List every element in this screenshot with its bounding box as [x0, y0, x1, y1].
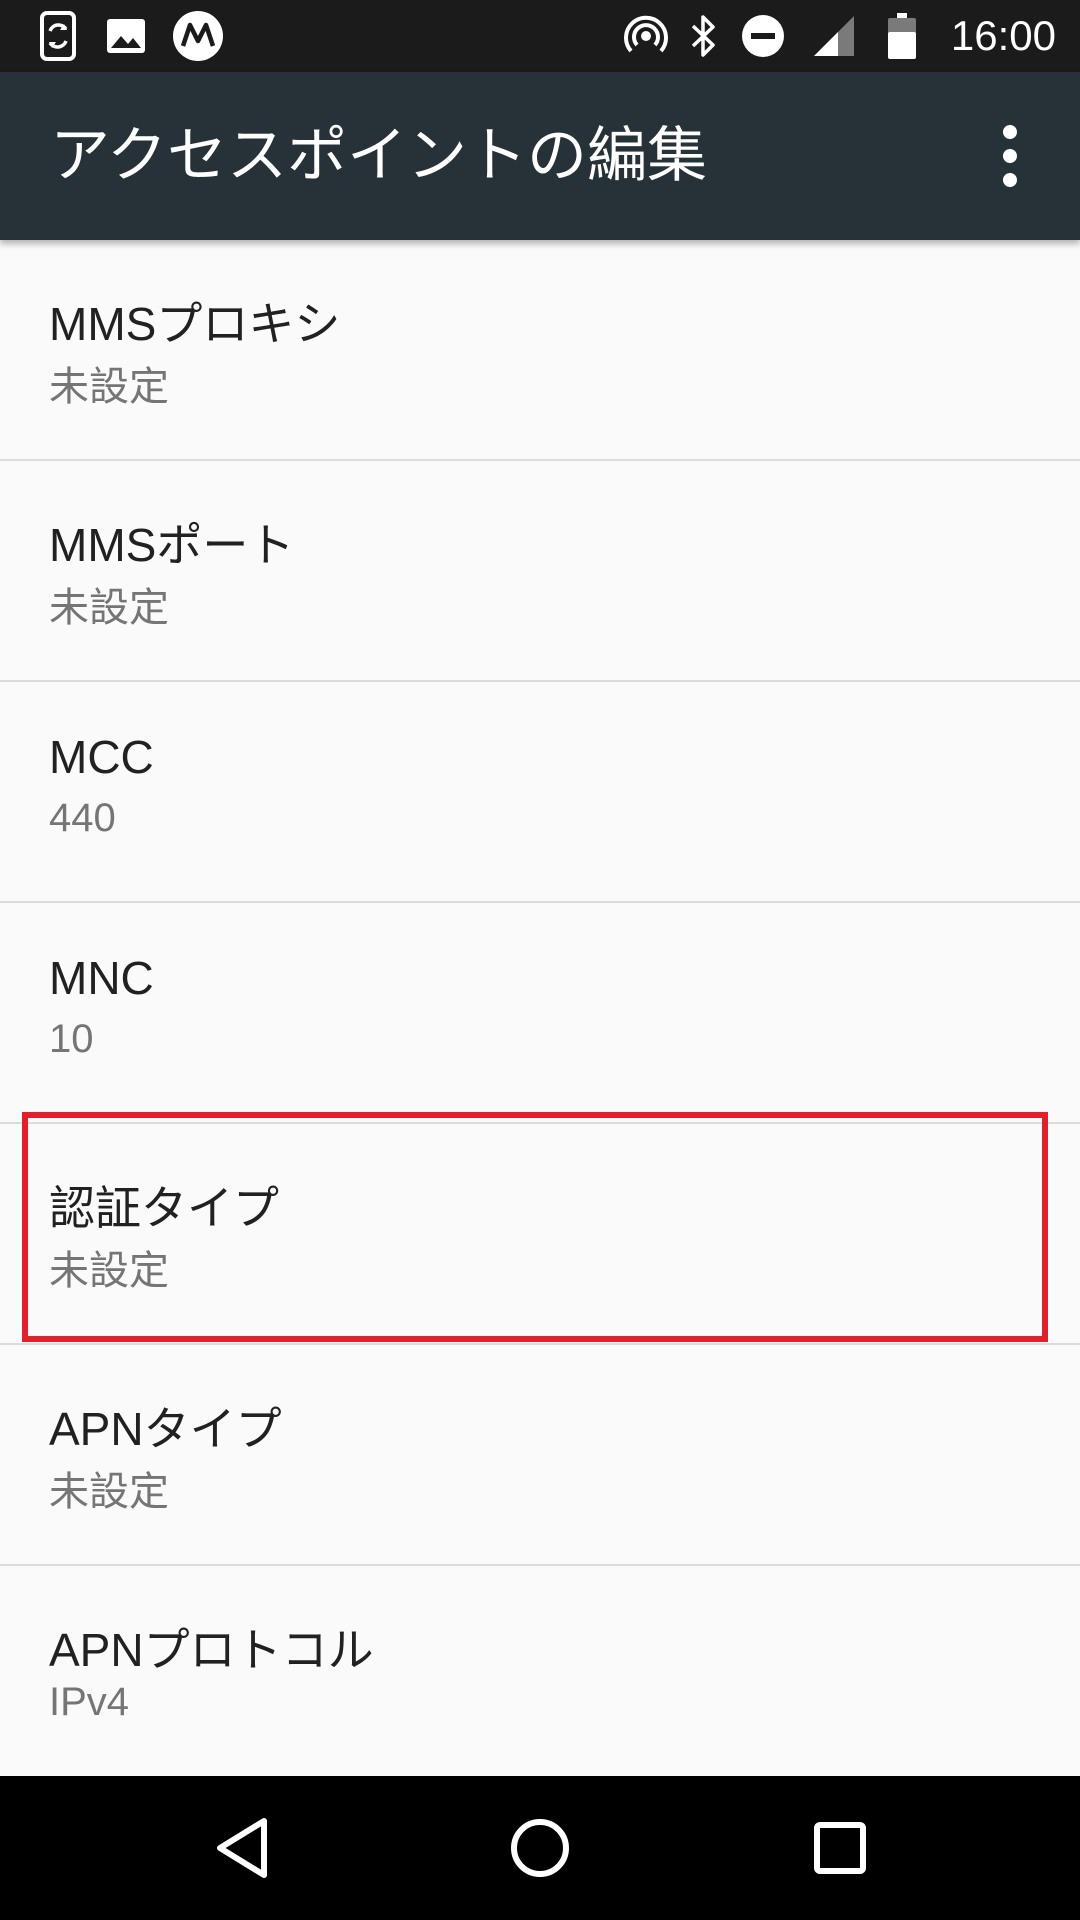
setting-title: APNプロトコル — [49, 1624, 374, 1676]
setting-title: MCC — [49, 731, 154, 783]
setting-row-mnc[interactable]: MNC 10 — [0, 903, 1080, 1124]
home-icon[interactable] — [490, 1798, 590, 1898]
bluetooth-icon — [684, 0, 724, 72]
page-title: アクセスポイントの編集 — [50, 121, 707, 191]
more-vert-icon[interactable] — [970, 116, 1050, 196]
back-icon[interactable] — [192, 1798, 292, 1898]
hotspot-icon — [622, 0, 670, 72]
setting-summary: 未設定 — [49, 1249, 169, 1293]
setting-title: APNタイプ — [49, 1403, 282, 1455]
setting-row-mcc[interactable]: MCC 440 — [0, 682, 1080, 903]
status-time: 16:00 — [950, 12, 1056, 59]
setting-row-auth-type[interactable]: 認証タイプ 未設定 — [0, 1124, 1080, 1345]
setting-summary: 440 — [49, 796, 116, 840]
app-bar: アクセスポイントの編集 — [0, 72, 1080, 240]
status-bar: 16:00 — [0, 0, 1080, 72]
setting-row-apn-protocol[interactable]: APNプロトコル IPv4 — [0, 1566, 1080, 1776]
setting-summary: 未設定 — [49, 365, 169, 409]
setting-title: MMSポート — [49, 519, 295, 571]
setting-title: 認証タイプ — [49, 1182, 279, 1234]
battery-icon — [884, 0, 920, 72]
setting-title: MMSプロキシ — [49, 298, 341, 350]
sync-phone-icon — [36, 0, 80, 72]
setting-summary: 未設定 — [49, 1470, 169, 1514]
do-not-disturb-icon — [738, 0, 788, 72]
setting-row-mms-proxy[interactable]: MMSプロキシ 未設定 — [0, 240, 1080, 461]
setting-summary: IPv4 — [49, 1680, 130, 1724]
setting-title: MNC — [49, 952, 154, 1004]
signal-icon — [810, 0, 858, 72]
recents-icon[interactable] — [790, 1798, 890, 1898]
setting-summary: 未設定 — [49, 586, 169, 630]
setting-row-apn-type[interactable]: APNタイプ 未設定 — [0, 1345, 1080, 1566]
setting-row-mms-port[interactable]: MMSポート 未設定 — [0, 461, 1080, 682]
navigation-bar — [0, 1776, 1080, 1920]
setting-summary: 10 — [49, 1017, 94, 1061]
settings-list: MMSプロキシ 未設定 MMSポート 未設定 MCC 440 MNC 10 認証… — [0, 240, 1080, 1776]
motorola-icon — [170, 0, 226, 72]
image-icon — [104, 0, 148, 72]
